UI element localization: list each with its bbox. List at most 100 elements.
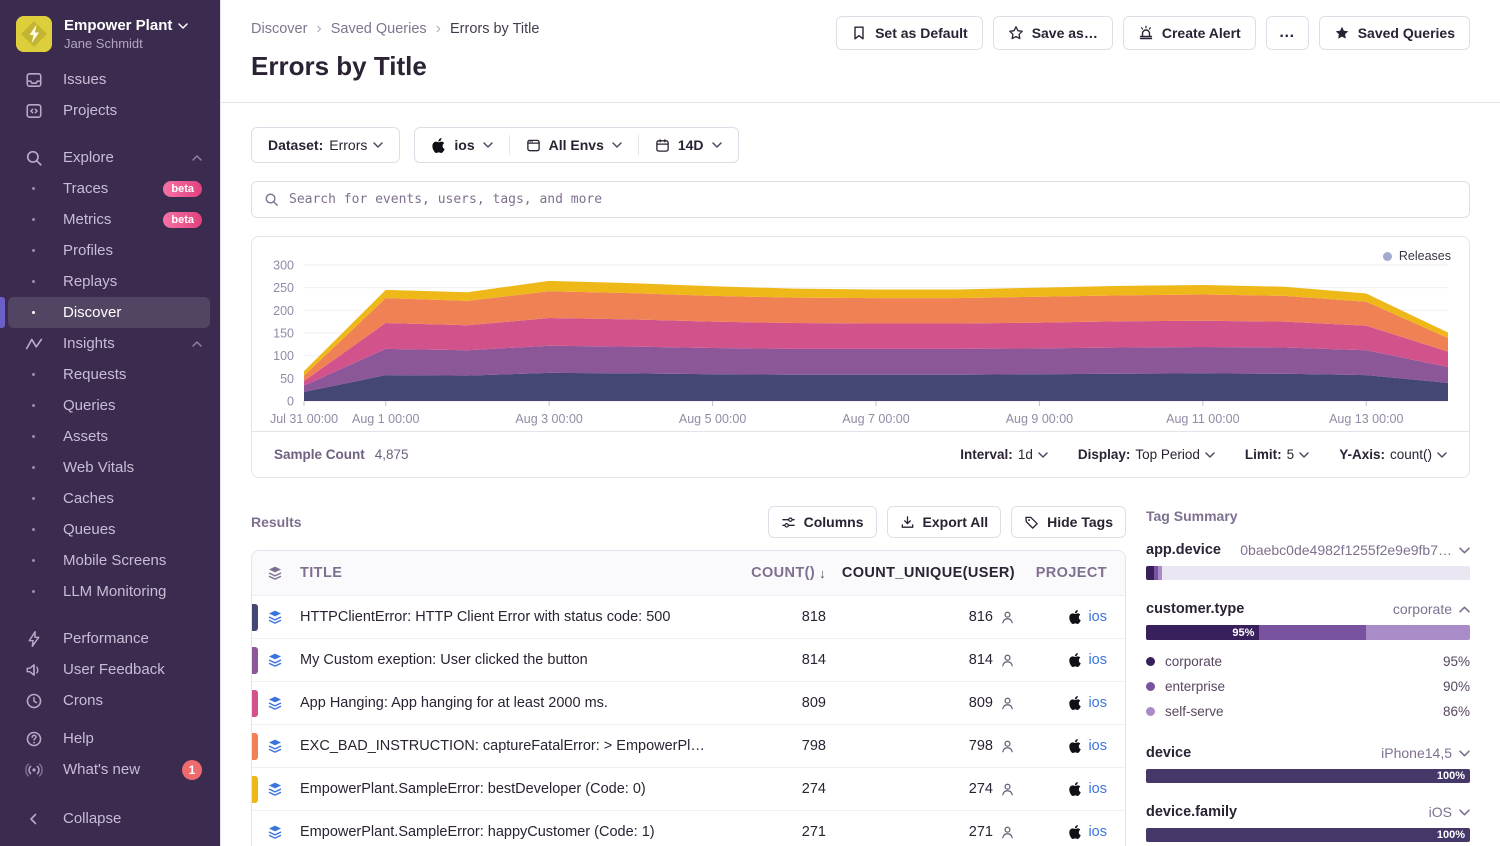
tag-value-item[interactable]: self-serve 86% bbox=[1146, 699, 1470, 724]
dataset-selector[interactable]: Dataset: Errors bbox=[251, 127, 400, 163]
sidebar-item-label: Explore bbox=[63, 149, 114, 166]
sidebar-item-mobile-screens[interactable]: Mobile Screens bbox=[8, 545, 210, 576]
interval-selector[interactable]: Interval:1d bbox=[960, 447, 1048, 462]
row-title[interactable]: EmpowerPlant.SampleError: bestDeveloper … bbox=[298, 781, 710, 797]
sidebar-item-web-vitals[interactable]: Web Vitals bbox=[8, 452, 210, 483]
table-row[interactable]: My Custom exeption: User clicked the but… bbox=[252, 638, 1125, 681]
stack-icon[interactable] bbox=[252, 738, 298, 754]
tag-distribution-bar[interactable] bbox=[1146, 566, 1470, 580]
search-input[interactable] bbox=[289, 192, 1457, 207]
row-count-unique: 274 bbox=[969, 781, 993, 797]
export-all-button[interactable]: Export All bbox=[887, 506, 1002, 538]
series-color-chip bbox=[252, 647, 258, 674]
row-title[interactable]: My Custom exeption: User clicked the but… bbox=[298, 652, 710, 668]
columns-button[interactable]: Columns bbox=[768, 506, 877, 538]
sidebar-item-traces[interactable]: Tracesbeta bbox=[8, 173, 210, 204]
tag-value-item[interactable]: enterprise 90% bbox=[1146, 674, 1470, 699]
row-title[interactable]: EmpowerPlant.SampleError: happyCustomer … bbox=[298, 824, 710, 840]
sidebar-collapse-button[interactable]: Collapse bbox=[8, 803, 210, 834]
project-link[interactable]: ios bbox=[1088, 781, 1107, 797]
chevron-up-icon bbox=[192, 155, 202, 161]
stack-icon[interactable] bbox=[252, 695, 298, 711]
table-row[interactable]: EmpowerPlant.SampleError: bestDeveloper … bbox=[252, 767, 1125, 810]
hide-tags-button[interactable]: Hide Tags bbox=[1011, 506, 1126, 538]
sidebar-item-user-feedback[interactable]: User Feedback bbox=[8, 654, 210, 685]
sidebar-item-projects[interactable]: Projects bbox=[8, 95, 210, 126]
project-link[interactable]: ios bbox=[1088, 738, 1107, 754]
table-row[interactable]: EmpowerPlant.SampleError: happyCustomer … bbox=[252, 810, 1125, 846]
help-icon bbox=[25, 730, 43, 748]
tag-toggle[interactable]: device iPhone14,5 bbox=[1146, 745, 1470, 761]
svg-text:100: 100 bbox=[273, 349, 294, 363]
sidebar-item-help[interactable]: Help bbox=[8, 723, 210, 754]
org-switcher[interactable]: Empower Plant Jane Schmidt bbox=[0, 0, 220, 64]
sidebar-item-replays[interactable]: Replays bbox=[8, 266, 210, 297]
sidebar-item-issues[interactable]: Issues bbox=[8, 64, 210, 95]
sliders-icon bbox=[781, 515, 796, 530]
table-row[interactable]: HTTPClientError: HTTP Client Error with … bbox=[252, 595, 1125, 638]
table-row[interactable]: App Hanging: App hanging for at least 20… bbox=[252, 681, 1125, 724]
column-header-title[interactable]: TITLE bbox=[298, 565, 710, 581]
column-header-count-unique[interactable]: COUNT_UNIQUE(USER) bbox=[830, 565, 1015, 581]
tag-toggle[interactable]: app.device 0baebc0de4982f1255f2e9e9fb7… bbox=[1146, 542, 1470, 558]
more-options-button[interactable]: … bbox=[1266, 16, 1309, 50]
row-title[interactable]: HTTPClientError: HTTP Client Error with … bbox=[298, 609, 710, 625]
sidebar-item-profiles[interactable]: Profiles bbox=[8, 235, 210, 266]
bullet-icon bbox=[32, 435, 35, 438]
sidebar-item-discover[interactable]: Discover bbox=[8, 297, 210, 328]
project-link[interactable]: ios bbox=[1088, 609, 1107, 625]
project-link[interactable]: ios bbox=[1088, 695, 1107, 711]
save-as-button[interactable]: Save as… bbox=[993, 16, 1113, 50]
environment-selector[interactable]: All Envs bbox=[510, 128, 638, 162]
row-title[interactable]: EXC_BAD_INSTRUCTION: captureFatalError: … bbox=[298, 738, 710, 754]
app-root: Empower Plant Jane Schmidt Issues Projec… bbox=[0, 0, 1500, 846]
sidebar-item-queues[interactable]: Queues bbox=[8, 514, 210, 545]
tag-distribution-bar[interactable]: 95% bbox=[1146, 625, 1470, 640]
sidebar-item-whats-new[interactable]: What's new1 bbox=[8, 754, 210, 785]
date-range-selector[interactable]: 14D bbox=[639, 128, 738, 162]
y-axis-selector[interactable]: Y-Axis:count() bbox=[1339, 447, 1447, 462]
limit-selector[interactable]: Limit:5 bbox=[1245, 447, 1309, 462]
sidebar-item-label: Metrics bbox=[63, 211, 111, 228]
filter-bar: Dataset: Errors ios All Envs bbox=[251, 127, 1470, 163]
column-header-count[interactable]: COUNT()↓ bbox=[710, 565, 830, 581]
create-alert-button[interactable]: Create Alert bbox=[1123, 16, 1256, 50]
sidebar-item-explore[interactable]: Explore bbox=[8, 142, 210, 173]
breadcrumb-discover[interactable]: Discover bbox=[251, 21, 307, 37]
set-as-default-button[interactable]: Set as Default bbox=[836, 16, 983, 50]
sidebar-item-caches[interactable]: Caches bbox=[8, 483, 210, 514]
whats-new-count-badge: 1 bbox=[182, 760, 202, 780]
row-title[interactable]: App Hanging: App hanging for at least 20… bbox=[298, 695, 710, 711]
project-selector[interactable]: ios bbox=[415, 128, 508, 162]
tag-distribution-bar[interactable]: 100% bbox=[1146, 769, 1470, 783]
series-color-chip bbox=[252, 776, 258, 803]
sidebar-item-queries[interactable]: Queries bbox=[8, 390, 210, 421]
sidebar-item-llm-monitoring[interactable]: LLM Monitoring bbox=[8, 576, 210, 607]
stack-icon[interactable] bbox=[252, 824, 298, 840]
display-selector[interactable]: Display:Top Period bbox=[1078, 447, 1215, 462]
table-row[interactable]: EXC_BAD_INSTRUCTION: captureFatalError: … bbox=[252, 724, 1125, 767]
sidebar-item-crons[interactable]: Crons bbox=[8, 685, 210, 716]
stack-icon[interactable] bbox=[252, 609, 298, 625]
column-header-project[interactable]: PROJECT bbox=[1015, 565, 1125, 581]
sidebar-item-insights[interactable]: Insights bbox=[8, 328, 210, 359]
tag-toggle[interactable]: customer.type corporate bbox=[1146, 601, 1470, 617]
tag-value-item[interactable]: corporate 95% bbox=[1146, 649, 1470, 674]
sidebar-item-performance[interactable]: Performance bbox=[8, 623, 210, 654]
sidebar-item-label: Traces bbox=[63, 180, 108, 197]
project-link[interactable]: ios bbox=[1088, 652, 1107, 668]
sidebar-item-metrics[interactable]: Metricsbeta bbox=[8, 204, 210, 235]
tag-toggle[interactable]: device.family iOS bbox=[1146, 804, 1470, 820]
stack-icon[interactable] bbox=[252, 781, 298, 797]
project-link[interactable]: ios bbox=[1088, 824, 1107, 840]
stacked-area-chart[interactable]: 050100150200250300Jul 31 00:00Aug 1 00:0… bbox=[252, 251, 1470, 431]
breadcrumb-saved-queries[interactable]: Saved Queries bbox=[331, 21, 427, 37]
sidebar-item-assets[interactable]: Assets bbox=[8, 421, 210, 452]
svg-text:Aug 3 00:00: Aug 3 00:00 bbox=[515, 412, 582, 426]
sidebar-item-requests[interactable]: Requests bbox=[8, 359, 210, 390]
chart-legend[interactable]: Releases bbox=[1383, 249, 1451, 263]
tag-distribution-bar[interactable]: 100% bbox=[1146, 828, 1470, 842]
saved-queries-button[interactable]: Saved Queries bbox=[1319, 16, 1470, 50]
stack-icon[interactable] bbox=[252, 652, 298, 668]
header-actions: Set as Default Save as… Create Alert … S… bbox=[836, 16, 1470, 50]
